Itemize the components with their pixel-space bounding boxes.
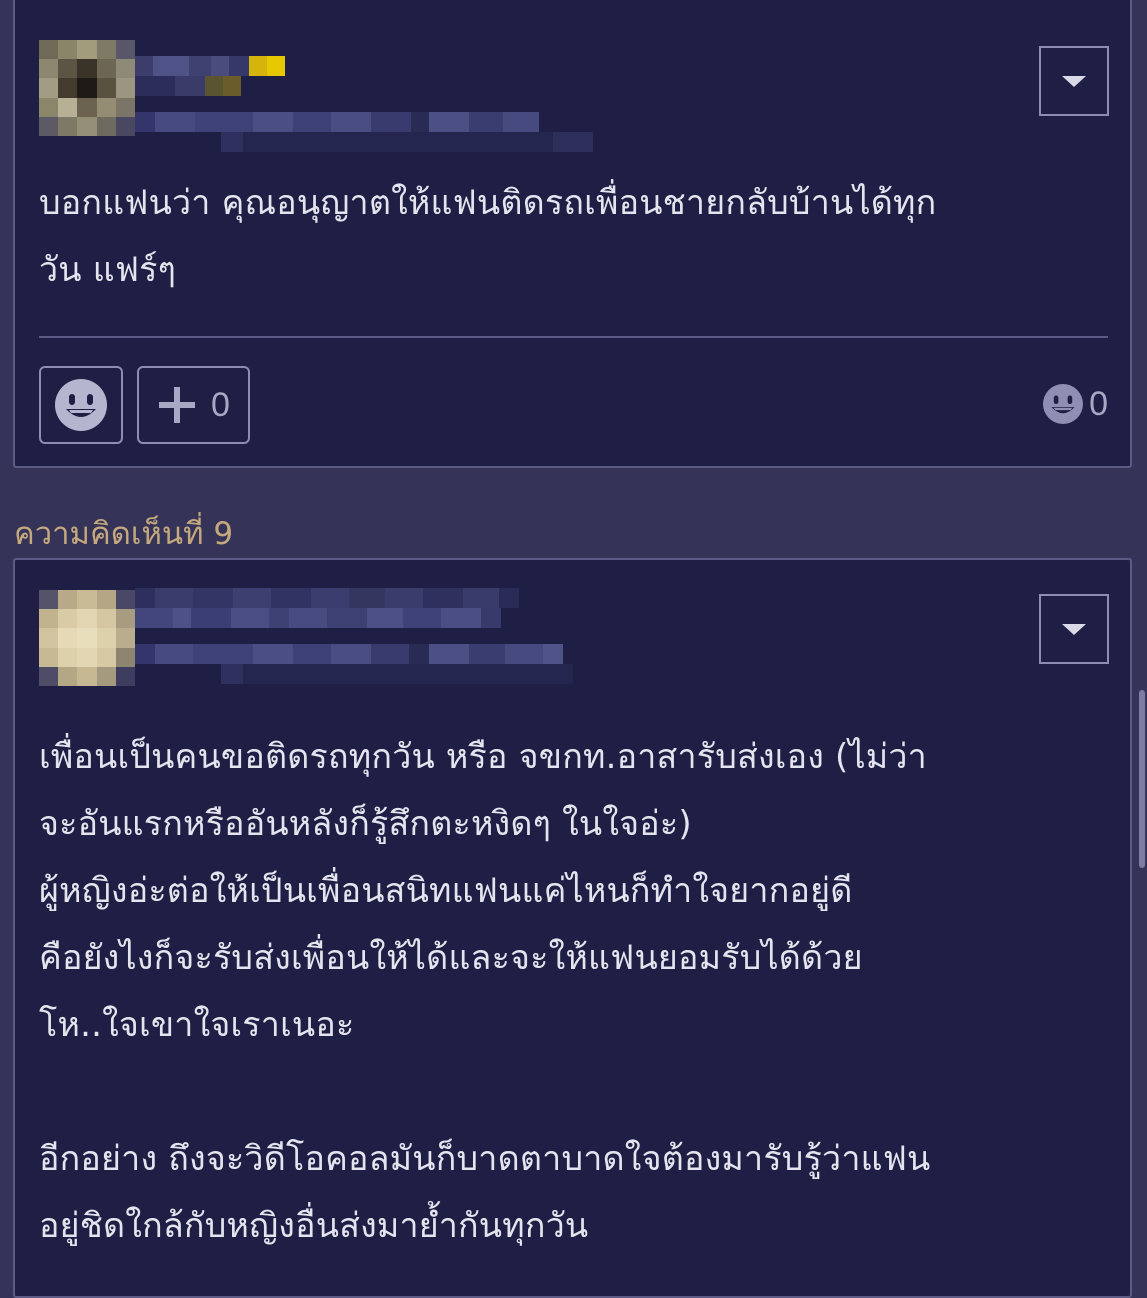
timestamp-redacted-tail bbox=[221, 132, 593, 152]
comment-options-dropdown[interactable] bbox=[1039, 46, 1109, 116]
username-redacted bbox=[135, 56, 285, 76]
comment-number-label: ความคิดเห็นที่ 9 bbox=[14, 516, 234, 552]
divider bbox=[39, 336, 1108, 338]
badge-redacted bbox=[135, 76, 241, 96]
grinning-face-icon bbox=[55, 379, 107, 431]
comment-card: บอกแฟนว่า คุณอนุญาตให้แฟนติดรถเพื่อนชายก… bbox=[13, 0, 1132, 468]
plus-icon bbox=[159, 387, 196, 423]
timestamp-redacted bbox=[135, 112, 539, 132]
reaction-count: 0 bbox=[1089, 384, 1108, 423]
comment-options-dropdown[interactable] bbox=[1039, 594, 1109, 664]
username-redacted-row2 bbox=[135, 608, 501, 628]
comment-card: เพื่อนเป็นคนขอติดรถทุกวัน หรือ จขกท.อาสา… bbox=[13, 558, 1132, 1298]
comment-body: บอกแฟนว่า คุณอนุญาตให้แฟนติดรถเพื่อนชายก… bbox=[39, 183, 937, 290]
emoji-reaction-button[interactable] bbox=[39, 366, 123, 444]
comment-body: เพื่อนเป็นคนขอติดรถทุกวัน หรือ จขกท.อาสา… bbox=[39, 737, 931, 1246]
chevron-down-icon bbox=[1062, 75, 1086, 87]
chevron-down-icon bbox=[1062, 623, 1086, 635]
timestamp-redacted bbox=[135, 644, 563, 664]
scrollbar[interactable] bbox=[1139, 690, 1145, 868]
reaction-summary[interactable]: 0 bbox=[1043, 384, 1108, 424]
avatar[interactable] bbox=[39, 40, 135, 136]
plus-count: 0 bbox=[211, 385, 230, 424]
grinning-face-icon bbox=[1043, 384, 1084, 424]
timestamp-redacted-tail bbox=[221, 664, 573, 684]
username-redacted bbox=[135, 588, 519, 608]
avatar[interactable] bbox=[39, 590, 135, 686]
plus-vote-button[interactable]: 0 bbox=[137, 366, 250, 444]
